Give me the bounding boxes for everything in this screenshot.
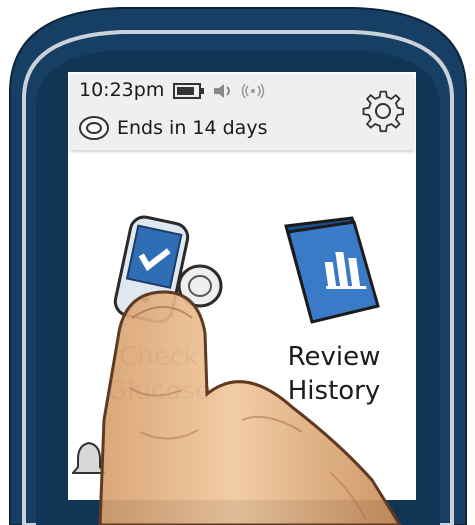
check-glucose-button[interactable]: Check Glucose	[100, 340, 218, 408]
status-bar: 10:23pm Ends in 14 days	[70, 74, 414, 150]
bell-icon[interactable]	[72, 437, 106, 479]
reader-device-screenshot: 10:23pm Ends in 14 days Check Glucose Re…	[0, 0, 475, 525]
sensor-status-text: Ends in 14 days	[117, 117, 268, 139]
review-history-label-line1: Review	[287, 342, 381, 372]
check-glucose-icon[interactable]	[104, 212, 228, 336]
review-history-icon[interactable]	[278, 214, 388, 332]
time-display: 10:23pm	[79, 79, 165, 101]
review-history-label-line2: History	[287, 376, 381, 406]
speaker-icon	[214, 84, 230, 98]
sensor-icon	[79, 116, 109, 140]
signal-icon	[241, 83, 265, 99]
battery-icon	[173, 83, 204, 99]
gear-icon[interactable]	[359, 88, 407, 136]
check-glucose-label-line2: Glucose	[107, 376, 211, 406]
check-glucose-label-line1: Check	[119, 342, 199, 372]
review-history-button[interactable]: Review History	[268, 340, 400, 408]
